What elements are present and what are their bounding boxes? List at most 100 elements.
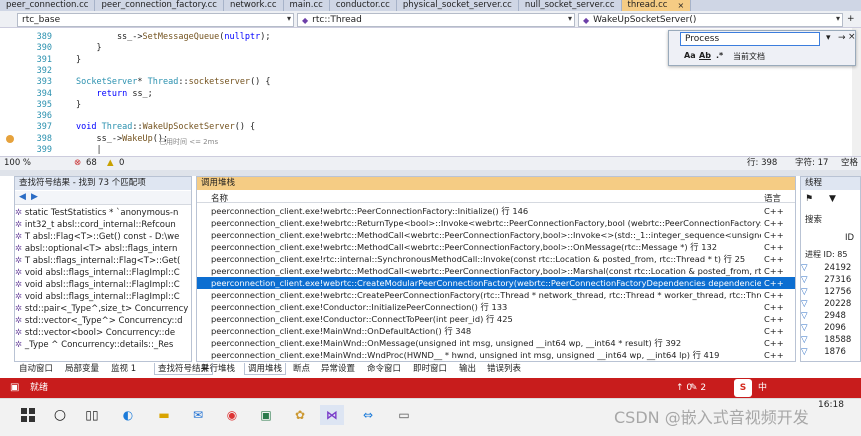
tab-0[interactable]: peer_connection.cc <box>0 0 96 11</box>
tab-4[interactable]: conductor.cc <box>330 0 397 11</box>
find-options-chevron-icon[interactable]: ▾ <box>826 33 831 43</box>
flag-icon[interactable]: ▽ <box>801 323 810 333</box>
list-item[interactable]: ✲ std::vector<_Type^> Concurrency::d <box>15 315 191 327</box>
forward-icon[interactable]: ▶ <box>31 192 38 202</box>
column-id[interactable]: ID <box>845 233 854 243</box>
list-item[interactable]: ✲ std::vector<bool> Concurrency::de <box>15 327 191 339</box>
thread-row[interactable]: ▽ 20228 <box>801 298 860 310</box>
flag-icon[interactable]: ▽ <box>801 275 810 285</box>
bottom-tab-7[interactable]: 错误列表 <box>484 363 524 375</box>
bottom-tab-3[interactable]: 异常设置 <box>318 363 358 375</box>
call-stack-row[interactable]: peerconnection_client.exe!MainWnd::WndPr… <box>197 349 795 361</box>
whole-word-toggle[interactable]: Ab <box>699 51 711 60</box>
list-item[interactable]: ✲ int32_t absl::cord_internal::Refcoun <box>15 219 191 231</box>
flag-icon[interactable]: ▽ <box>801 347 810 357</box>
thread-search-input[interactable]: 搜索 <box>805 213 822 225</box>
list-item[interactable]: ✲ std::pair<_Type^,size_t> Concurrency <box>15 303 191 315</box>
find-input[interactable]: Process <box>680 32 820 46</box>
thread-row[interactable]: ▽ 2096 <box>801 322 860 334</box>
close-icon[interactable]: × <box>677 0 684 11</box>
find-scope-current-document[interactable]: 当前文档 <box>733 51 765 62</box>
tab-6[interactable]: null_socket_server.cc <box>519 0 622 11</box>
search-icon[interactable]: ○ <box>50 405 70 425</box>
warning-count[interactable]: 0 <box>119 157 124 170</box>
paint-icon[interactable]: ✿ <box>290 405 310 425</box>
close-icon[interactable]: × <box>848 32 856 42</box>
flag-icon[interactable]: ⚑ <box>805 194 813 204</box>
clock[interactable]: 16:18 <box>818 400 844 410</box>
back-icon[interactable]: ◀ <box>19 192 26 202</box>
bottom-tab-5[interactable]: 即时窗口 <box>410 363 450 375</box>
app-icon[interactable]: ▣ <box>256 405 276 425</box>
visual-studio-icon[interactable]: ⋈ <box>320 405 344 425</box>
bottom-tab-1[interactable]: 调用堆栈 <box>244 363 287 375</box>
mail-icon[interactable]: ✉ <box>188 405 208 425</box>
tab-7[interactable]: thread.cc × <box>621 0 692 11</box>
call-stack-row[interactable]: peerconnection_client.exe!webrtc::Create… <box>197 289 795 301</box>
bottom-tab-1[interactable]: 局部变量 <box>62 363 102 375</box>
thread-row[interactable]: ▽ 18588 <box>801 334 860 346</box>
regex-toggle[interactable]: .* <box>716 51 723 60</box>
task-view-icon[interactable]: ▯▯ <box>82 405 102 425</box>
bottom-tab-2[interactable]: 断点 <box>290 363 313 375</box>
tab-1[interactable]: peer_connection_factory.cc <box>95 0 224 11</box>
pending-changes[interactable]: ✎ 2 <box>690 378 706 398</box>
tab-3[interactable]: main.cc <box>284 0 330 11</box>
chrome-icon[interactable]: ◉ <box>222 405 242 425</box>
thread-row[interactable]: ▽ 12756 <box>801 286 860 298</box>
call-stack-row[interactable]: peerconnection_client.exe!MainWnd::OnDef… <box>197 325 795 337</box>
tab-5[interactable]: physical_socket_server.cc <box>397 0 519 11</box>
input-language[interactable]: 中 <box>758 378 767 398</box>
flag-icon[interactable]: ▽ <box>801 311 810 321</box>
call-stack-row[interactable]: peerconnection_client.exe!webrtc::Return… <box>197 217 795 229</box>
bottom-tab-2[interactable]: 监视 1 <box>108 363 139 375</box>
list-item[interactable]: ✲ static TestStatistics * `anonymous-n <box>15 207 191 219</box>
call-stack-row[interactable]: peerconnection_client.exe!webrtc::Method… <box>197 241 795 253</box>
thread-row[interactable]: ▽ 27316 <box>801 274 860 286</box>
flag-icon[interactable]: ▽ <box>801 287 810 297</box>
filter-icon[interactable]: ▼ <box>829 194 836 204</box>
error-count[interactable]: 68 <box>86 157 97 170</box>
call-stack-row[interactable]: peerconnection_client.exe!Conductor::Ini… <box>197 301 795 313</box>
teamviewer-icon[interactable]: ⇔ <box>358 405 378 425</box>
list-item[interactable]: ✲ void absl::flags_internal::FlagImpl::C <box>15 267 191 279</box>
call-stack-row[interactable]: peerconnection_client.exe!webrtc::PeerCo… <box>197 205 795 217</box>
flag-icon[interactable]: ▽ <box>801 263 810 273</box>
windows-start-icon[interactable] <box>18 405 38 425</box>
debug-breakpoint-icon[interactable] <box>6 135 14 143</box>
call-stack-row[interactable]: peerconnection_client.exe!webrtc::Create… <box>197 277 795 289</box>
bottom-tab-4[interactable]: 命令窗口 <box>364 363 404 375</box>
column-language[interactable]: 语言 <box>764 192 781 204</box>
call-stack-row[interactable]: peerconnection_client.exe!MainWnd::OnMes… <box>197 337 795 349</box>
column-name[interactable]: 名称 <box>211 192 228 204</box>
split-editor-button[interactable]: + <box>847 14 855 24</box>
list-item[interactable]: ✲ void absl::flags_internal::FlagImpl::C <box>15 291 191 303</box>
bottom-tab-0[interactable]: 并行堆栈 <box>198 363 238 375</box>
flag-icon[interactable]: ▽ <box>801 299 810 309</box>
project-dropdown[interactable]: rtc_base ▾ <box>17 13 294 27</box>
sogou-ime-icon[interactable]: S <box>734 379 752 397</box>
tab-2[interactable]: network.cc <box>224 0 284 11</box>
list-item[interactable]: ✲ _Type ^ Concurrency::details::_Res <box>15 339 191 351</box>
list-item[interactable]: ✲ T absl::flags_internal::Flag<T>::Get( <box>15 255 191 267</box>
list-item[interactable]: ✲ T absl::Flag<T>::Get() const - D:\we <box>15 231 191 243</box>
bottom-tab-6[interactable]: 输出 <box>456 363 479 375</box>
call-stack-row[interactable]: peerconnection_client.exe!Conductor::Con… <box>197 313 795 325</box>
process-group[interactable]: 进程 ID: 85 <box>805 249 847 260</box>
find-next-icon[interactable]: → <box>838 33 846 43</box>
flag-icon[interactable]: ▽ <box>801 335 810 345</box>
scope-dropdown[interactable]: ◆ rtc::Thread ▾ <box>297 13 575 27</box>
member-dropdown[interactable]: ◆ WakeUpSocketServer() ▾ <box>578 13 843 27</box>
list-item[interactable]: ✲ void absl::flags_internal::FlagImpl::C <box>15 279 191 291</box>
zoom-level[interactable]: 100 % <box>4 157 31 170</box>
terminal-icon[interactable]: ▭ <box>394 405 414 425</box>
edge-icon[interactable]: ◐ <box>118 405 138 425</box>
bottom-tab-0[interactable]: 自动窗口 <box>16 363 56 375</box>
list-item[interactable]: ✲ absl::optional<T> absl::flags_intern <box>15 243 191 255</box>
call-stack-row[interactable]: peerconnection_client.exe!rtc::internal:… <box>197 253 795 265</box>
thread-row[interactable]: ▽ 1876 <box>801 346 860 358</box>
match-case-toggle[interactable]: Aa <box>684 51 696 60</box>
call-stack-row[interactable]: peerconnection_client.exe!webrtc::Method… <box>197 229 795 241</box>
file-explorer-icon[interactable]: ▬ <box>154 405 174 425</box>
thread-row[interactable]: ▽ 2948 <box>801 310 860 322</box>
